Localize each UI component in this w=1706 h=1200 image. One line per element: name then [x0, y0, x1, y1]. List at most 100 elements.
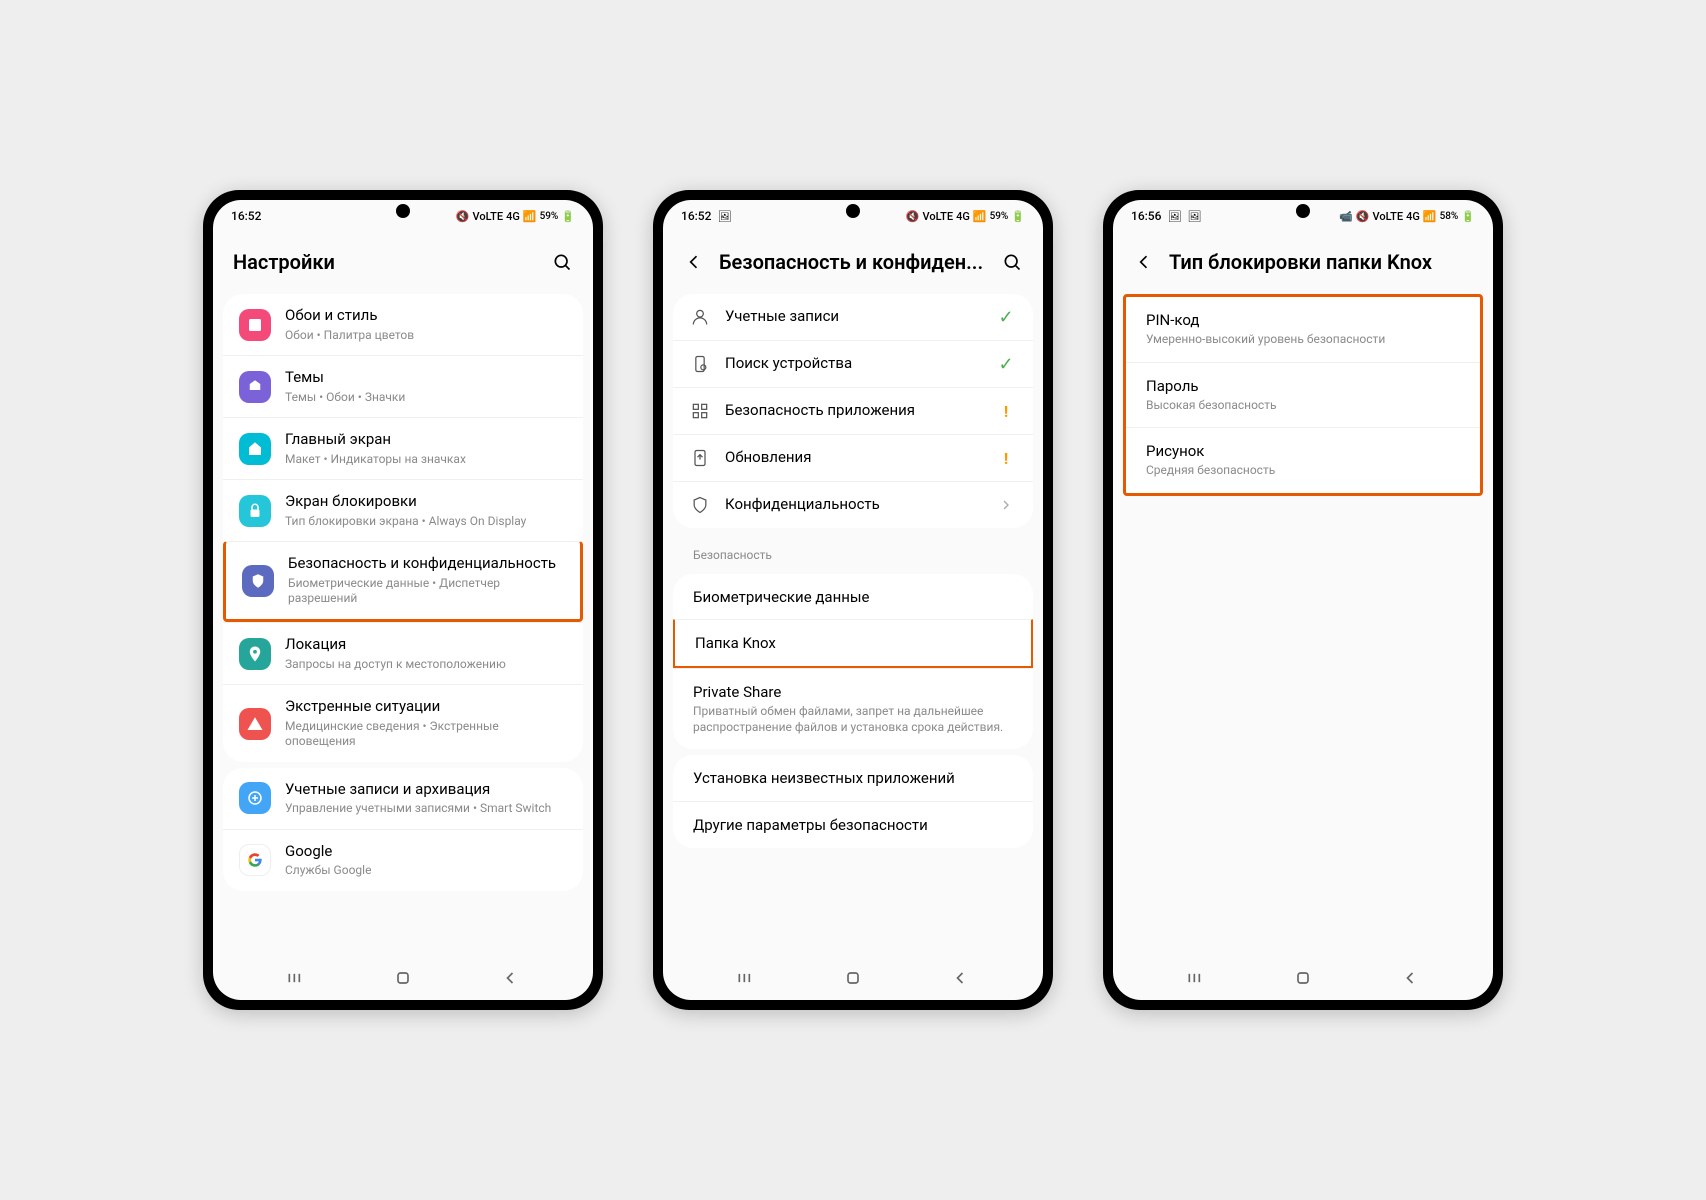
item-sub: Тип блокировки экрана • Always On Displa…: [285, 514, 567, 530]
option-pin[interactable]: PIN-код Умеренно-высокий уровень безопас…: [1126, 297, 1480, 362]
battery-icon: 🔋: [1011, 210, 1025, 223]
item-biometrics[interactable]: Биометрические данные: [673, 574, 1033, 620]
item-accounts[interactable]: Учетные записи ✓: [673, 294, 1033, 340]
wallpaper-icon: [239, 309, 271, 341]
item-title: Обои и стиль: [285, 306, 567, 326]
item-title: Безопасность и конфиденциальность: [288, 554, 564, 574]
item-sub: Службы Google: [285, 863, 567, 879]
item-knox-folder[interactable]: Папка Knox: [673, 619, 1033, 669]
nav-bar: [663, 956, 1043, 1000]
back-icon[interactable]: [1133, 251, 1155, 273]
network-icon: 4G: [506, 210, 520, 223]
settings-item-home[interactable]: Главный экран Макет • Индикаторы на знач…: [223, 417, 583, 479]
screenshot-icon: 🖼: [1167, 210, 1181, 223]
item-private-share[interactable]: Private Share Приватный обмен файлами, з…: [673, 668, 1033, 749]
settings-item-location[interactable]: Локация Запросы на доступ к местоположен…: [223, 622, 583, 684]
item-title: Рисунок: [1146, 442, 1460, 460]
mute-icon: 🔇: [906, 210, 920, 223]
item-title: Private Share: [693, 683, 1013, 701]
settings-item-emergency[interactable]: Экстренные ситуации Медицинские сведения…: [223, 684, 583, 762]
privacy-shield-icon: [689, 494, 711, 516]
item-sub: Биометрические данные • Диспетчер разреш…: [288, 576, 564, 607]
item-title: Пароль: [1146, 377, 1460, 395]
item-app-security[interactable]: Безопасность приложения !: [673, 387, 1033, 434]
back-button[interactable]: [1390, 966, 1430, 990]
warning-icon: !: [995, 449, 1017, 468]
back-button[interactable]: [940, 966, 980, 990]
phone-knox-lock: 16:56 🖼 🖼 📹 🔇 VoLTE 4G 📶 58% 🔋 Тип блоки…: [1103, 190, 1503, 1010]
item-title: Конфиденциальность: [725, 495, 981, 515]
settings-item-google[interactable]: Google Службы Google: [223, 829, 583, 891]
item-sub: Приватный обмен файлами, запрет на дальн…: [693, 704, 1013, 735]
header: Тип блокировки папки Knox: [1113, 232, 1493, 288]
home-button[interactable]: [383, 966, 423, 990]
google-icon: [239, 844, 271, 876]
back-button[interactable]: [490, 966, 530, 990]
check-icon: ✓: [995, 307, 1017, 328]
recents-button[interactable]: [276, 966, 316, 990]
mute-icon: 🔇: [1356, 210, 1370, 223]
status-time: 16:52: [231, 209, 261, 223]
home-button[interactable]: [1283, 966, 1323, 990]
item-title: Другие параметры безопасности: [693, 816, 1013, 834]
signal-icon: 📶: [973, 210, 987, 223]
settings-item-wallpaper[interactable]: Обои и стиль Обои • Палитра цветов: [223, 294, 583, 355]
signal-icon: 📶: [1423, 210, 1437, 223]
settings-item-lockscreen[interactable]: Экран блокировки Тип блокировки экрана •…: [223, 479, 583, 541]
item-title: Экран блокировки: [285, 492, 567, 512]
item-find-device[interactable]: Поиск устройства ✓: [673, 340, 1033, 387]
option-pattern[interactable]: Рисунок Средняя безопасность: [1126, 427, 1480, 493]
item-title: Биометрические данные: [693, 588, 1013, 606]
item-sub: Макет • Индикаторы на значках: [285, 452, 567, 468]
battery-text: 59%: [990, 211, 1009, 222]
item-title: Учетные записи и архивация: [285, 780, 567, 800]
phone-security: 16:52 🖼 🔇 VoLTE 4G 📶 59% 🔋 Безопасность …: [653, 190, 1053, 1010]
update-icon: [689, 447, 711, 469]
home-button[interactable]: [833, 966, 873, 990]
mute-icon: 🔇: [456, 210, 470, 223]
page-title: Тип блокировки папки Knox: [1169, 250, 1473, 274]
volte-icon: VoLTE: [922, 210, 953, 223]
network-icon: 4G: [956, 210, 970, 223]
battery-text: 58%: [1440, 211, 1459, 222]
item-sub: Управление учетными записями • Smart Swi…: [285, 801, 567, 817]
item-sub: Средняя безопасность: [1146, 463, 1460, 479]
header: Настройки: [213, 232, 593, 288]
search-icon[interactable]: [551, 251, 573, 273]
settings-item-themes[interactable]: Темы Темы • Обои • Значки: [223, 355, 583, 417]
volte-icon: VoLTE: [1372, 210, 1403, 223]
item-unknown-apps[interactable]: Установка неизвестных приложений: [673, 755, 1033, 801]
item-other-security[interactable]: Другие параметры безопасности: [673, 801, 1033, 848]
back-icon[interactable]: [683, 251, 705, 273]
search-icon[interactable]: [1001, 251, 1023, 273]
item-updates[interactable]: Обновления !: [673, 434, 1033, 481]
accounts-icon: [239, 782, 271, 814]
device-search-icon: [689, 353, 711, 375]
screenshot-icon: 🖼: [717, 210, 731, 223]
header: Безопасность и конфиден...: [663, 232, 1043, 288]
option-password[interactable]: Пароль Высокая безопасность: [1126, 362, 1480, 428]
section-label: Безопасность: [673, 534, 1033, 568]
themes-icon: [239, 371, 271, 403]
camera-notch: [396, 204, 410, 218]
warning-icon: !: [995, 402, 1017, 421]
home-icon: [239, 433, 271, 465]
lock-icon: [239, 495, 271, 527]
recents-button[interactable]: [1176, 966, 1216, 990]
item-privacy[interactable]: Конфиденциальность: [673, 481, 1033, 528]
item-sub: Обои • Палитра цветов: [285, 328, 567, 344]
location-icon: [239, 638, 271, 670]
recents-button[interactable]: [726, 966, 766, 990]
page-title: Безопасность и конфиден...: [719, 250, 987, 274]
settings-item-accounts[interactable]: Учетные записи и архивация Управление уч…: [223, 768, 583, 829]
item-title: Учетные записи: [725, 307, 981, 327]
user-icon: [689, 306, 711, 328]
item-title: PIN-код: [1146, 311, 1460, 329]
battery-icon: 🔋: [561, 210, 575, 223]
settings-item-security[interactable]: Безопасность и конфиденциальность Биомет…: [223, 541, 583, 622]
volte-icon: VoLTE: [472, 210, 503, 223]
item-title: Локация: [285, 635, 567, 655]
shield-icon: [242, 565, 274, 597]
screenshot-icon: 🖼: [1187, 210, 1201, 223]
item-title: Установка неизвестных приложений: [693, 769, 1013, 787]
